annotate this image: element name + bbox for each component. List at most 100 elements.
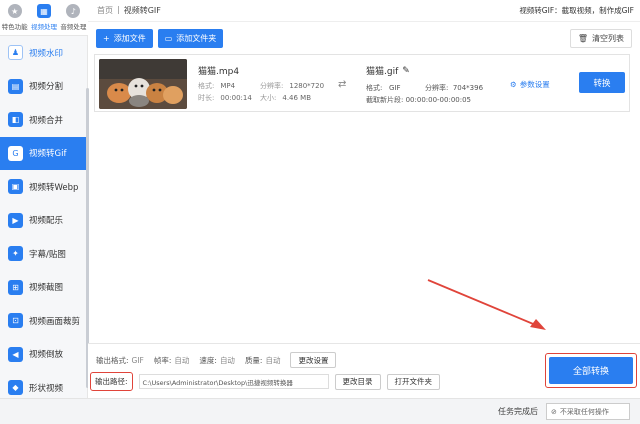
tab-audio-label: 音频处理 bbox=[60, 23, 87, 31]
fps-value: 自动 bbox=[174, 355, 190, 365]
sidebar-item-label: 视频转Gif bbox=[29, 149, 67, 160]
param-settings-button[interactable]: ⚙ 参数设置 bbox=[510, 79, 550, 90]
fps-setting: 帧率: 自动 bbox=[154, 355, 190, 366]
video-thumbnail[interactable] bbox=[99, 59, 187, 109]
sidebar: ♟ 视频水印 ▤ 视频分割 ◧ 视频合并 G 视频转Gif ▣ 视频转Webp … bbox=[0, 36, 88, 398]
breadcrumb-separator: | bbox=[117, 5, 120, 14]
sidebar-item-label: 视频倒放 bbox=[29, 350, 64, 361]
sticker-icon: ✦ bbox=[8, 246, 23, 262]
output-resolution: 分辨率: 704*396 bbox=[425, 83, 483, 93]
clear-list-button[interactable]: 🗑 清空列表 bbox=[569, 28, 632, 48]
fps-label: 帧率: bbox=[153, 355, 172, 365]
output-file-name-text: 猫猫.gif bbox=[366, 67, 399, 77]
after-task-select[interactable]: ⊘ 不采取任何操作 bbox=[546, 403, 630, 420]
source-format-label: 格式: bbox=[198, 82, 215, 90]
source-size: 大小: 4.46 MB bbox=[260, 93, 311, 103]
clear-list-label: 清空列表 bbox=[592, 33, 624, 43]
sidebar-item-label: 视频画面裁剪 bbox=[29, 316, 81, 327]
add-folder-label: 添加文件夹 bbox=[176, 33, 217, 43]
source-duration-label: 时长: bbox=[198, 94, 215, 102]
tab-video-label: 视频处理 bbox=[30, 23, 57, 31]
output-format-setting: 输出格式: GIF bbox=[96, 355, 144, 366]
add-file-label: 添加文件 bbox=[113, 33, 146, 43]
convert-all-highlight: 全部转换 bbox=[545, 353, 637, 388]
sidebar-item-split[interactable]: ▤ 视频分割 bbox=[0, 70, 87, 104]
pencil-icon[interactable]: ✎ bbox=[402, 66, 410, 76]
tab-featured-label: 特色功能 bbox=[1, 23, 28, 31]
header: 首页 | 视频转GIF 视频转GIF：截取视频，制作成GIF bbox=[88, 0, 640, 22]
speed-setting: 速度: 自动 bbox=[199, 355, 235, 366]
gif-icon: G bbox=[8, 145, 23, 161]
output-resolution-label: 分辨率: bbox=[425, 84, 449, 92]
file-item: 猫猫.mp4 格式: MP4 分辨率: 1280*720 时长: 00:00:14 大… bbox=[94, 54, 630, 112]
sidebar-item-label: 视频截图 bbox=[29, 283, 64, 294]
output-path-field[interactable]: C:\Users\Administrator\Desktop\迅捷视频转换器 bbox=[138, 374, 329, 389]
open-folder-button[interactable]: 打开文件夹 bbox=[386, 373, 441, 390]
source-size-value: 4.46 MB bbox=[282, 94, 312, 102]
sidebar-item-label: 字幕/贴图 bbox=[29, 249, 66, 260]
output-format-setting-value: GIF bbox=[131, 355, 144, 365]
sidebar-item-crop[interactable]: ⊡ 视频画面裁剪 bbox=[0, 304, 87, 338]
tab-video[interactable]: ▦ 视频处理 bbox=[29, 0, 58, 35]
play-music-icon: ▶ bbox=[8, 212, 23, 228]
change-settings-button[interactable]: 更改设置 bbox=[290, 352, 337, 368]
add-file-button[interactable]: + 添加文件 bbox=[96, 28, 153, 48]
sidebar-item-gif[interactable]: G 视频转Gif bbox=[0, 136, 87, 170]
sidebar-item-label: 视频水印 bbox=[29, 48, 64, 59]
source-file-name: 猫猫.mp4 bbox=[198, 67, 240, 77]
add-folder-button[interactable]: ▭ 添加文件夹 bbox=[157, 28, 224, 48]
star-icon: ★ bbox=[7, 4, 22, 18]
sidebar-item-label: 形状视频 bbox=[29, 383, 64, 394]
annotation-arrow bbox=[427, 279, 546, 330]
output-path-label: 输出路径: bbox=[90, 372, 133, 391]
breadcrumb-current: 视频转GIF bbox=[123, 6, 161, 15]
tab-featured[interactable]: ★ 特色功能 bbox=[0, 0, 29, 35]
toolbar: + 添加文件 ▭ 添加文件夹 🗑 清空列表 bbox=[88, 26, 640, 50]
change-directory-button[interactable]: 更改目录 bbox=[334, 373, 381, 390]
folder-icon: ▭ bbox=[164, 33, 173, 43]
gear-icon: ⚙ bbox=[510, 80, 517, 89]
quality-value: 自动 bbox=[265, 355, 281, 365]
sidebar-item-reverse[interactable]: ◀ 视频倒放 bbox=[0, 338, 87, 372]
speed-label: 速度: bbox=[199, 355, 217, 365]
convert-button[interactable]: 转换 bbox=[579, 72, 625, 93]
crop-icon: ⊡ bbox=[8, 313, 23, 329]
sidebar-item-music[interactable]: ▶ 视频配乐 bbox=[0, 204, 87, 238]
sidebar-item-webp[interactable]: ▣ 视频转Webp bbox=[0, 170, 87, 204]
sidebar-item-watermark[interactable]: ♟ 视频水印 bbox=[0, 36, 87, 70]
sidebar-item-screenshot[interactable]: ⊞ 视频截图 bbox=[0, 271, 87, 305]
breadcrumb-home[interactable]: 首页 bbox=[97, 5, 113, 16]
film-icon: ▦ bbox=[36, 4, 51, 18]
source-format: 格式: MP4 bbox=[198, 81, 235, 91]
sidebar-item-label: 视频合并 bbox=[29, 115, 64, 126]
screenshot-icon: ⊞ bbox=[8, 279, 23, 295]
ban-icon: ⊘ bbox=[551, 407, 557, 416]
after-task-label: 任务完成后 bbox=[498, 407, 538, 416]
webp-icon: ▣ bbox=[8, 179, 23, 195]
sidebar-item-label: 视频配乐 bbox=[29, 216, 64, 227]
output-resolution-value: 704*396 bbox=[452, 84, 484, 92]
quality-label: 质量: bbox=[244, 355, 263, 365]
merge-icon: ◧ bbox=[8, 112, 23, 128]
person-icon: ♟ bbox=[8, 45, 23, 61]
status-bar: 任务完成后 ⊘ 不采取任何操作 bbox=[0, 398, 640, 424]
source-size-label: 大小: bbox=[260, 94, 277, 102]
source-format-value: MP4 bbox=[220, 82, 236, 90]
convert-all-button[interactable]: 全部转换 bbox=[549, 357, 633, 384]
output-path-row: 输出路径: C:\Users\Administrator\Desktop\迅捷视… bbox=[90, 372, 441, 391]
source-duration-value: 00:00:14 bbox=[220, 94, 252, 102]
shuffle-icon: ⇄ bbox=[338, 79, 347, 90]
tab-audio[interactable]: ♪ 音频处理 bbox=[59, 0, 88, 35]
trash-icon: 🗑 bbox=[577, 33, 588, 43]
speed-value: 自动 bbox=[219, 355, 235, 365]
output-format: 格式: GIF bbox=[366, 83, 401, 93]
sidebar-item-label: 视频转Webp bbox=[29, 182, 79, 193]
quality-setting: 质量: 自动 bbox=[245, 355, 281, 366]
sidebar-item-merge[interactable]: ◧ 视频合并 bbox=[0, 103, 87, 137]
output-format-setting-label: 输出格式: bbox=[96, 355, 129, 365]
sidebar-item-shape[interactable]: ◆ 形状视频 bbox=[0, 371, 87, 398]
sidebar-item-subtitle[interactable]: ✦ 字幕/贴图 bbox=[0, 237, 87, 271]
source-duration: 时长: 00:00:14 bbox=[198, 93, 252, 103]
after-task-value: 不采取任何操作 bbox=[559, 407, 609, 416]
output-file-name: 猫猫.gif ✎ bbox=[366, 64, 410, 78]
